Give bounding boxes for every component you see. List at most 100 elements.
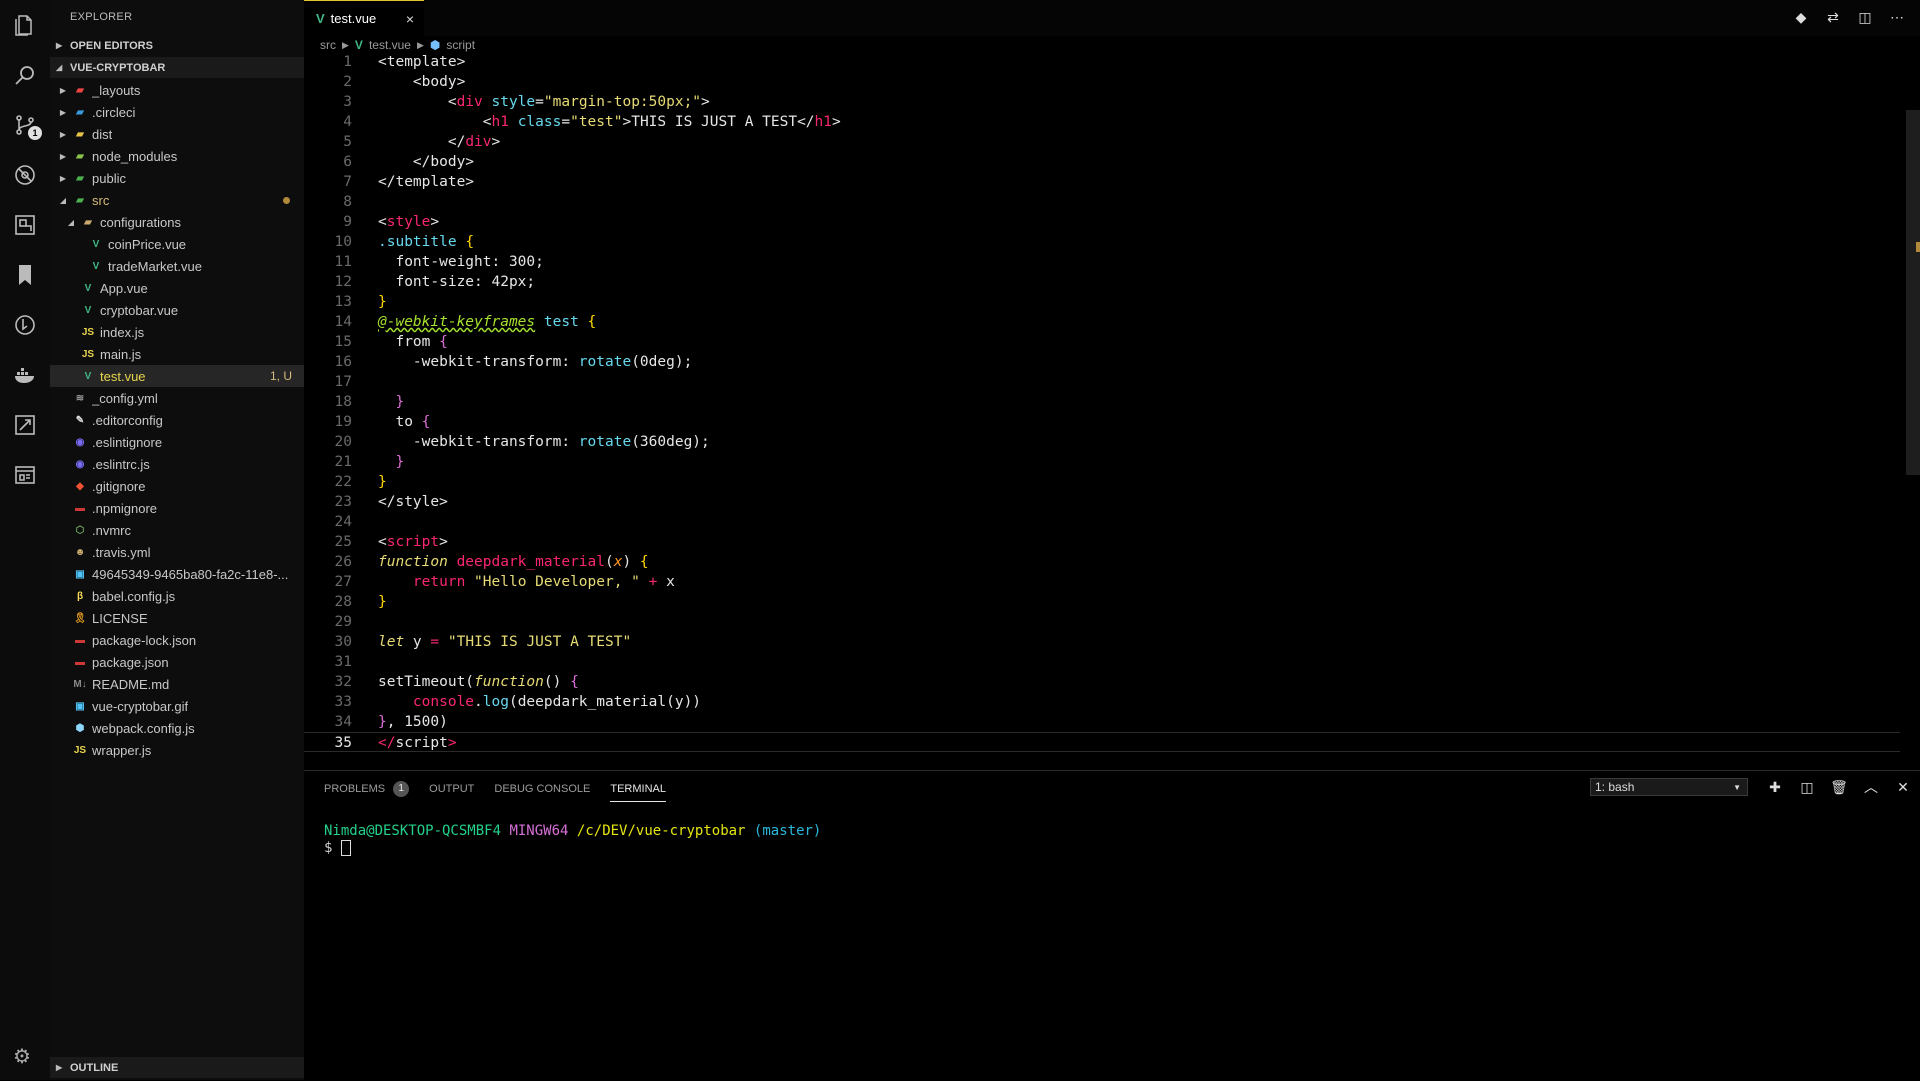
code-line[interactable]: 31 xyxy=(304,652,1900,672)
code-line[interactable]: 14 @-webkit-keyframes test { xyxy=(304,312,1900,332)
tab-problems[interactable]: PROBLEMS 1 xyxy=(324,781,410,802)
terminal[interactable]: Nimda@DESKTOP-QCSMBF4 MINGW64 /c/DEV/vue… xyxy=(324,823,821,857)
tree-item[interactable]: ≋ _config.yml xyxy=(50,387,304,409)
tab-terminal[interactable]: TERMINAL xyxy=(610,781,666,802)
editor-scrollbar[interactable] xyxy=(1906,52,1920,770)
split-editor-icon[interactable]: ◫ xyxy=(1856,8,1874,26)
code-line[interactable]: 29 xyxy=(304,612,1900,632)
tree-item[interactable]: Vcryptobar.vue xyxy=(50,299,304,321)
code-line[interactable]: 27 return "Hello Developer, " + x xyxy=(304,572,1900,592)
files-icon[interactable] xyxy=(12,12,38,38)
tree-item[interactable]: M↓ README.md xyxy=(50,673,304,695)
tree-item[interactable]: ▣ 49645349-9465ba80-fa2c-11e8-... xyxy=(50,563,304,585)
code-line[interactable]: 8 xyxy=(304,192,1900,212)
tab-debug-console[interactable]: DEBUG CONSOLE xyxy=(494,781,590,802)
open-changes-icon[interactable]: ⇄ xyxy=(1824,8,1842,26)
code-line[interactable]: 15 from { xyxy=(304,332,1900,352)
tree-item[interactable]: ☻ .travis.yml xyxy=(50,541,304,563)
tree-item[interactable]: ◢ ▰ configurations xyxy=(50,211,304,233)
code-line[interactable]: 23 </style> xyxy=(304,492,1900,512)
tree-item[interactable]: VtradeMarket.vue xyxy=(50,255,304,277)
code-line[interactable]: 3 <div style="margin-top:50px;"> xyxy=(304,92,1900,112)
terminal-input-line[interactable]: $ xyxy=(324,840,821,857)
tree-item[interactable]: 🎗 LICENSE xyxy=(50,607,304,629)
code-line[interactable]: 19 to { xyxy=(304,412,1900,432)
code-line[interactable]: 22} xyxy=(304,472,1900,492)
git-compare-icon[interactable]: ◆ xyxy=(1792,8,1810,26)
code-editor[interactable]: 1 <template> 2 <body> 3 <div style="margin-… xyxy=(304,52,1900,752)
tree-item[interactable]: ▣ vue-cryptobar.gif xyxy=(50,695,304,717)
extensions-icon[interactable] xyxy=(12,212,38,238)
tab-test-vue[interactable]: V test.vue × xyxy=(304,0,424,36)
tree-item[interactable]: V App.vue xyxy=(50,277,304,299)
tree-item[interactable]: ▶ ▰ .circleci xyxy=(50,101,304,123)
code-line[interactable]: 9 <style> xyxy=(304,212,1900,232)
code-line[interactable]: 2 <body> xyxy=(304,72,1900,92)
gear-icon[interactable]: ⚙ xyxy=(13,1044,31,1069)
code-line[interactable]: 7 </template> xyxy=(304,172,1900,192)
tree-item[interactable]: ▬ package-lock.json xyxy=(50,629,304,651)
tree-item[interactable]: ⬡ .nvmrc xyxy=(50,519,304,541)
tree-item[interactable]: Vtest.vue 1, U xyxy=(50,365,304,387)
code-line[interactable]: 20 -webkit-transform: rotate(360deg); xyxy=(304,432,1900,452)
split-terminal-icon[interactable]: ◫ xyxy=(1798,778,1816,796)
code-line[interactable]: 12 font-size: 42px; xyxy=(304,272,1900,292)
bookmark-icon[interactable] xyxy=(12,262,38,288)
close-panel-icon[interactable]: ✕ xyxy=(1894,778,1912,796)
code-line[interactable]: 5 </div> xyxy=(304,132,1900,152)
tree-item[interactable]: ◉ .eslintignore xyxy=(50,431,304,453)
code-line[interactable]: 33 console.log(deepdark_material(y)) xyxy=(304,692,1900,712)
tree-item[interactable]: JS index.js xyxy=(50,321,304,343)
tree-item[interactable]: VcoinPrice.vue xyxy=(50,233,304,255)
code-line[interactable]: 10 .subtitle { xyxy=(304,232,1900,252)
breadcrumb-file[interactable]: test.vue xyxy=(369,38,411,52)
tree-item[interactable]: ✎ .editorconfig xyxy=(50,409,304,431)
more-actions-icon[interactable]: ⋯ xyxy=(1888,8,1906,26)
tree-item[interactable]: ▬ .npmignore xyxy=(50,497,304,519)
trash-icon[interactable]: 🗑 xyxy=(1830,778,1848,796)
code-line[interactable]: 16 -webkit-transform: rotate(0deg); xyxy=(304,352,1900,372)
tree-item[interactable]: ▶ ▰ _layouts xyxy=(50,79,304,101)
tab-output[interactable]: OUTPUT xyxy=(429,781,474,802)
tree-item[interactable]: ▶ ▰ dist xyxy=(50,123,304,145)
code-line[interactable]: 21 } xyxy=(304,452,1900,472)
tree-item[interactable]: ▶ ▰ node_modules xyxy=(50,145,304,167)
tree-item[interactable]: JS wrapper.js xyxy=(50,739,304,761)
code-line[interactable]: 1 <template> xyxy=(304,52,1900,72)
code-line[interactable]: 32 setTimeout(function() { xyxy=(304,672,1900,692)
tree-item[interactable]: ◢ ▰ src xyxy=(50,189,304,211)
browser-preview-icon[interactable] xyxy=(12,462,38,488)
code-line[interactable]: 13} xyxy=(304,292,1900,312)
tree-item[interactable]: ◆ .gitignore xyxy=(50,475,304,497)
debug-icon[interactable] xyxy=(12,162,38,188)
code-line[interactable]: 26 function deepdark_material(x) { xyxy=(304,552,1900,572)
code-line[interactable]: 34}, 1500) xyxy=(304,712,1900,732)
tree-item[interactable]: JS main.js xyxy=(50,343,304,365)
git-history-icon[interactable] xyxy=(12,312,38,338)
code-line[interactable]: 28} xyxy=(304,592,1900,612)
close-icon[interactable]: × xyxy=(406,11,414,27)
project-section[interactable]: ◢ VUE-CRYPTOBAR xyxy=(50,57,304,78)
scrollbar-thumb[interactable] xyxy=(1906,110,1920,475)
code-line[interactable]: 17 xyxy=(304,372,1900,392)
open-editors-section[interactable]: ▶ OPEN EDITORS xyxy=(50,35,304,56)
code-line[interactable]: 30 let y = "THIS IS JUST A TEST" xyxy=(304,632,1900,652)
search-icon[interactable] xyxy=(12,62,38,88)
tree-item[interactable]: β babel.config.js xyxy=(50,585,304,607)
breadcrumb-symbol[interactable]: script xyxy=(446,38,475,52)
plus-icon[interactable]: ✚ xyxy=(1766,778,1784,796)
tree-item[interactable]: ▶ ▰ public xyxy=(50,167,304,189)
code-line[interactable]: 35 </script> xyxy=(304,732,1900,752)
code-line[interactable]: 6 </body> xyxy=(304,152,1900,172)
tree-item[interactable]: ◉ .eslintrc.js xyxy=(50,453,304,475)
tree-item[interactable]: ⬢ webpack.config.js xyxy=(50,717,304,739)
terminal-select[interactable]: 1: bash ▼ xyxy=(1590,778,1748,796)
docker-icon[interactable] xyxy=(12,362,38,388)
code-line[interactable]: 4 <h1 class="test">THIS IS JUST A TEST</… xyxy=(304,112,1900,132)
code-line[interactable]: 25 <script> xyxy=(304,532,1900,552)
remote-icon[interactable] xyxy=(12,412,38,438)
code-line[interactable]: 24 xyxy=(304,512,1900,532)
code-line[interactable]: 18 } xyxy=(304,392,1900,412)
breadcrumb-folder[interactable]: src xyxy=(320,38,336,52)
code-line[interactable]: 11 font-weight: 300; xyxy=(304,252,1900,272)
